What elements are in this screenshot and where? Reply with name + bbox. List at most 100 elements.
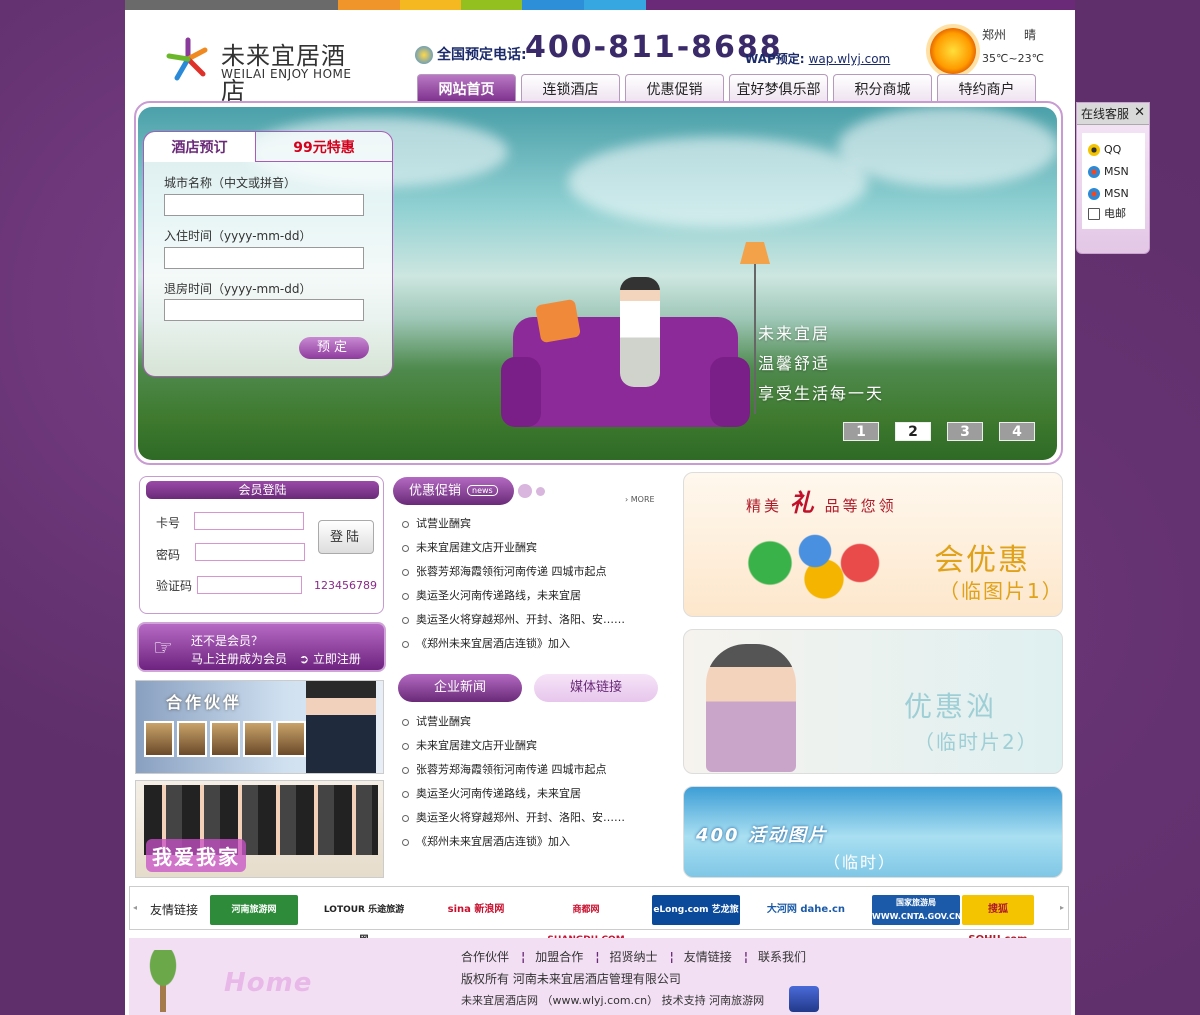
staff-banner[interactable]: 我爱我家 (135, 780, 384, 878)
company-news-list: 试营业酬宾 未来宜居建文店开业酬宾 张蓉芳郑海霞领衔河南传递 四城市起点 奥运圣… (400, 710, 660, 854)
list-item[interactable]: 奥运圣火将穿越郑州、开封、洛阳、安…… (400, 608, 660, 632)
nav-chain-hotels[interactable]: 连锁酒店 (521, 74, 620, 102)
partners-title: 合作伙伴 (166, 693, 243, 712)
link-elong[interactable]: eLong.com 艺龙旅行网 (652, 895, 740, 945)
gift-promo-subtitle: （临图片1） (939, 579, 1063, 603)
gift-boxes-image (734, 523, 914, 603)
discount-promo-subtitle: （临时片2） (914, 730, 1039, 754)
card-label: 卡号 (156, 516, 181, 530)
palm-tree-icon (133, 950, 193, 1012)
tab-hotel-booking[interactable]: 酒店预订 (144, 132, 256, 162)
msn-icon (1088, 188, 1100, 200)
scroll-right-icon[interactable]: ▸ (1060, 903, 1064, 912)
link-sina[interactable]: sina 新浪网 (432, 895, 520, 925)
list-item[interactable]: 《郑州未来宜居酒店连锁》加入 (400, 830, 660, 854)
promo-news-list: 试营业酬宾 未来宜居建文店开业酬宾 张蓉芳郑海霞领衔河南传递 四城市起点 奥运圣… (400, 512, 660, 656)
tab-media-links[interactable]: 媒体链接 (534, 674, 658, 702)
banner-page-3[interactable]: 3 (947, 422, 983, 441)
footer-home-graphic: Home (224, 968, 313, 998)
list-item[interactable]: 奥运圣火河南传递路线，未来宜居 (400, 584, 660, 608)
service-email[interactable]: 电邮 (1088, 205, 1126, 221)
tab-special-offer[interactable]: 99元特惠 (256, 132, 392, 162)
register-banner[interactable]: ☞ 还不是会员？ 马上注册成为会员 ➲ 立即注册 (137, 622, 386, 672)
banner-page-4[interactable]: 4 (999, 422, 1035, 441)
stats-badge-icon[interactable] (789, 986, 819, 1012)
link-henan-travel[interactable]: 河南旅游网 uhenan.com (210, 895, 298, 945)
list-item[interactable]: 未来宜居建文店开业酬宾 (400, 536, 660, 560)
nav-home[interactable]: 网站首页 (417, 74, 516, 102)
activity-promo-banner[interactable]: 400 活动图片 （临时） (683, 786, 1063, 878)
list-item[interactable]: 试营业酬宾 (400, 710, 660, 734)
footer-link-friends[interactable]: 友情链接 (684, 950, 732, 964)
banner-page-2[interactable]: 2 (895, 422, 931, 441)
captcha-input[interactable] (197, 576, 302, 594)
nav-points-mall[interactable]: 积分商城 (833, 74, 932, 102)
discount-promo-title: 优惠汹 (904, 690, 998, 723)
sunny-weather-icon (930, 28, 976, 74)
login-button[interactable]: 登陆 (318, 520, 374, 554)
link-shangdu[interactable]: 商都网 SHANGDU.COM (542, 895, 630, 945)
list-item[interactable]: 试营业酬宾 (400, 512, 660, 536)
book-button[interactable]: 预定 (299, 337, 369, 359)
list-item[interactable]: 张蓉芳郑海霞领衔河南传递 四城市起点 (400, 560, 660, 584)
list-item[interactable]: 张蓉芳郑海霞领衔河南传递 四城市起点 (400, 758, 660, 782)
service-msn-1[interactable]: MSN (1088, 165, 1129, 178)
list-item[interactable]: 奥运圣火将穿越郑州、开封、洛阳、安…… (400, 806, 660, 830)
lamp-image (740, 242, 770, 264)
link-sohu[interactable]: 搜狐 SOHU.com (962, 895, 1034, 945)
weather-temperature: 35℃~23℃ (982, 52, 1044, 65)
partners-banner[interactable]: 合作伙伴 (135, 680, 384, 774)
checkout-label: 退房时间（yyyy-mm-dd） (164, 282, 312, 296)
link-cnta[interactable]: 国家旅游局 WWW.CNTA.GOV.CN (872, 895, 962, 925)
service-qq[interactable]: QQ (1088, 143, 1121, 156)
pointing-hand-icon: ☞ (153, 636, 173, 661)
checkin-label: 入住时间（yyyy-mm-dd） (164, 229, 312, 243)
checkout-input[interactable] (164, 299, 364, 321)
scroll-left-icon[interactable]: ◂ (133, 903, 137, 912)
copyright: 版权所有 河南未来宜居酒店管理有限公司 (461, 972, 681, 986)
gift-promo-banner[interactable]: 精美 礼 品等您领 会优惠 （临图片1） (683, 472, 1063, 617)
wap-link[interactable]: wap.wlyj.com (809, 52, 891, 66)
close-icon[interactable]: ✕ (1134, 105, 1145, 120)
register-subtitle: 马上注册成为会员 (191, 652, 288, 666)
link-dahe[interactable]: 大河网 dahe.cn (762, 895, 850, 925)
page: 未来宜居酒店 WEILAI ENJOY HOME 全国预定电话: 400-811… (125, 0, 1075, 1015)
link-lotour[interactable]: LOTOUR 乐途旅游网 (320, 895, 408, 945)
company-news-header: 企业新闻 媒体链接 (398, 673, 658, 703)
discount-promo-banner[interactable]: 优惠汹 （临时片2） (683, 629, 1063, 774)
list-item[interactable]: 《郑州未来宜居酒店连锁》加入 (400, 632, 660, 656)
tab-company-news[interactable]: 企业新闻 (398, 674, 522, 702)
site-logo[interactable]: 未来宜居酒店 WEILAI ENJOY HOME (165, 32, 365, 105)
promo-news-title[interactable]: 优惠促销 news (393, 477, 514, 505)
banner-slogan: 未来宜居 温馨舒适 享受生活每一天 (758, 324, 885, 403)
card-input[interactable] (194, 512, 304, 530)
register-button[interactable]: ➲ 立即注册 (299, 650, 361, 667)
banner-page-1[interactable]: 1 (843, 422, 879, 441)
footer-menu: 合作伙伴 ¦ 加盟合作 ¦ 招贤纳士 ¦ 友情链接 ¦ 联系我们 (461, 950, 806, 964)
captcha-label: 验证码 (156, 579, 193, 593)
top-color-bar (125, 0, 1075, 10)
nav-merchants[interactable]: 特约商户 (937, 74, 1036, 102)
phone-label: 全国预定电话: (415, 44, 527, 64)
footer-link-contact[interactable]: 联系我们 (758, 950, 806, 964)
footer-link-franchise[interactable]: 加盟合作 (535, 950, 583, 964)
list-item[interactable]: 未来宜居建文店开业酬宾 (400, 734, 660, 758)
hero-banner: 酒店预订 99元特惠 城市名称（中文或拼音） 入住时间（yyyy-mm-dd） … (138, 107, 1057, 460)
activity-promo-subtitle: （临时） (824, 853, 897, 872)
password-input[interactable] (195, 543, 305, 561)
friend-links-bar: ◂ 友情链接 河南旅游网 uhenan.com LOTOUR 乐途旅游网 sin… (129, 886, 1069, 945)
qq-icon (1088, 144, 1100, 156)
more-link[interactable]: › MORE (625, 495, 655, 504)
woman-image (620, 277, 660, 387)
checkin-input[interactable] (164, 247, 364, 269)
footer: Home 合作伙伴 ¦ 加盟合作 ¦ 招贤纳士 ¦ 友情链接 ¦ 联系我们 版权所有 河… (129, 938, 1071, 1015)
nav-club[interactable]: 宜好梦俱乐部 (729, 74, 828, 102)
gift-promo-title: 会优惠 (934, 543, 1030, 578)
list-item[interactable]: 奥运圣火河南传递路线，未来宜居 (400, 782, 660, 806)
service-msn-2[interactable]: MSN (1088, 187, 1129, 200)
footer-link-partners[interactable]: 合作伙伴 (461, 950, 509, 964)
footer-link-careers[interactable]: 招贤纳士 (609, 950, 657, 964)
city-input[interactable] (164, 194, 364, 216)
nav-promotions[interactable]: 优惠促销 (625, 74, 724, 102)
weather-city: 郑州晴 (982, 28, 1037, 42)
